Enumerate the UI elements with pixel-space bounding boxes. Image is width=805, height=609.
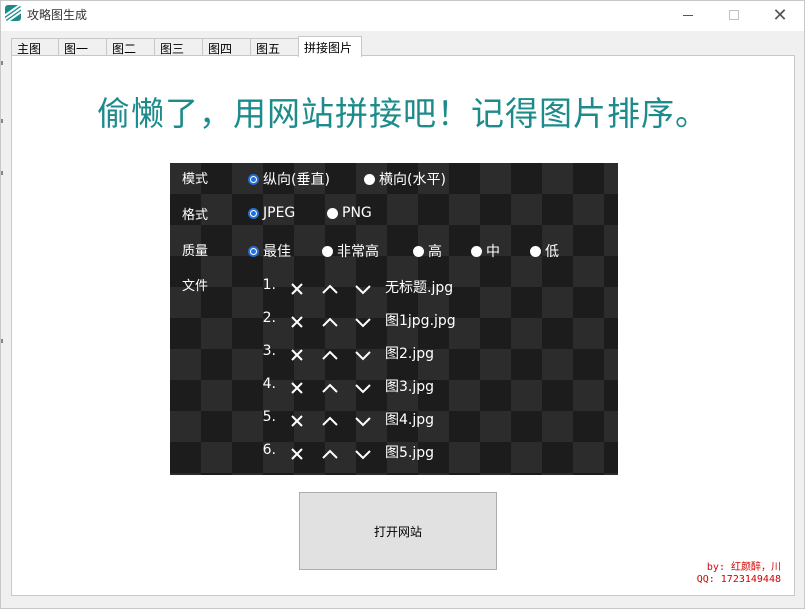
quality-medium-radio[interactable]: 中	[471, 241, 500, 261]
tab-main[interactable]: 主图	[11, 38, 59, 56]
remove-icon[interactable]	[286, 311, 308, 333]
format-jpeg-radio[interactable]: JPEG	[248, 205, 295, 221]
mode-horizontal-label: 横向(水平)	[379, 172, 446, 188]
file-name: 无标题.jpg	[385, 280, 454, 296]
move-up-icon[interactable]	[319, 377, 341, 399]
app-window: 攻略图生成 ✕ 主图 图一 图二 图三 图四 图五 拼接图片 偷懒了，用网站拼接…	[0, 0, 805, 609]
format-jpeg-label: JPEG	[263, 205, 296, 221]
minimize-button[interactable]	[665, 1, 711, 29]
move-up-icon[interactable]	[319, 311, 341, 333]
remove-icon[interactable]	[286, 410, 308, 432]
stitch-options-panel: 模式 纵向(垂直) 横向(水平) 格式 JPEG PNG 质量 最佳 非常高 高…	[170, 163, 618, 475]
radio-unselected-icon	[322, 245, 333, 257]
quality-best-radio[interactable]: 最佳	[248, 241, 291, 261]
move-up-icon[interactable]	[319, 344, 341, 366]
file-name: 图2.jpg	[385, 346, 435, 362]
format-png-radio[interactable]: PNG	[327, 205, 372, 221]
app-logo-icon	[5, 5, 21, 21]
quality-medium-label: 中	[486, 244, 500, 260]
radio-unselected-icon	[413, 245, 424, 257]
minimize-icon	[683, 14, 693, 16]
file-number: 1.	[262, 277, 276, 293]
author-credit: by: 红颜醉，川 QQ: 1723149448	[641, 562, 781, 586]
file-number: 3.	[262, 343, 276, 359]
file-row: 2. 图1jpg.jpg	[170, 310, 618, 334]
file-number: 5.	[262, 409, 276, 425]
remove-icon[interactable]	[286, 278, 308, 300]
open-website-button[interactable]: 打开网站	[299, 492, 497, 570]
file-name: 图4.jpg	[385, 412, 435, 428]
move-down-icon[interactable]	[352, 410, 374, 432]
radio-unselected-icon	[364, 173, 375, 185]
maximize-button[interactable]	[711, 1, 757, 29]
remove-icon[interactable]	[286, 377, 308, 399]
mode-vertical-label: 纵向(垂直)	[263, 172, 330, 188]
tab-image-1[interactable]: 图一	[58, 38, 107, 56]
move-down-icon[interactable]	[352, 344, 374, 366]
file-number: 4.	[262, 376, 276, 392]
radio-unselected-icon	[530, 245, 541, 257]
format-png-label: PNG	[342, 205, 372, 221]
remove-icon[interactable]	[286, 443, 308, 465]
quality-best-label: 最佳	[263, 244, 291, 260]
radio-selected-icon	[248, 207, 259, 219]
tab-image-3[interactable]: 图三	[154, 38, 203, 56]
tab-stitch[interactable]: 拼接图片	[298, 36, 362, 57]
radio-unselected-icon	[327, 207, 338, 219]
move-down-icon[interactable]	[352, 443, 374, 465]
title-bar: 攻略图生成 ✕	[1, 1, 804, 31]
mode-horizontal-radio[interactable]: 横向(水平)	[364, 169, 446, 189]
radio-selected-icon	[248, 173, 259, 185]
quality-label: 质量	[182, 244, 209, 259]
tab-image-4[interactable]: 图四	[202, 38, 251, 56]
file-row: 3. 图2.jpg	[170, 343, 618, 367]
file-number: 2.	[262, 310, 276, 326]
quality-high-radio[interactable]: 高	[413, 241, 442, 261]
window-title: 攻略图生成	[27, 8, 88, 22]
credit-qq: QQ: 1723149448	[696, 574, 781, 585]
page-headline: 偷懒了，用网站拼接吧！记得图片排序。	[97, 94, 709, 133]
tab-image-5[interactable]: 图五	[250, 38, 299, 56]
file-name: 图5.jpg	[385, 445, 435, 461]
file-row: 1. 无标题.jpg	[170, 277, 618, 301]
file-number: 6.	[262, 442, 276, 458]
file-name: 图1jpg.jpg	[385, 313, 456, 329]
move-down-icon[interactable]	[352, 311, 374, 333]
tab-image-2[interactable]: 图二	[106, 38, 155, 56]
format-label: 格式	[182, 208, 209, 223]
move-down-icon[interactable]	[352, 278, 374, 300]
quality-very-high-radio[interactable]: 非常高	[322, 241, 379, 261]
radio-unselected-icon	[471, 245, 482, 257]
remove-icon[interactable]	[286, 344, 308, 366]
maximize-icon	[729, 10, 739, 20]
quality-high-label: 高	[428, 244, 442, 260]
move-up-icon[interactable]	[319, 278, 341, 300]
move-down-icon[interactable]	[352, 377, 374, 399]
close-button[interactable]: ✕	[757, 1, 803, 29]
move-up-icon[interactable]	[319, 410, 341, 432]
quality-low-label: 低	[545, 244, 559, 260]
mode-vertical-radio[interactable]: 纵向(垂直)	[248, 169, 330, 189]
credit-author: by: 红颜醉，川	[706, 562, 781, 573]
quality-very-high-label: 非常高	[337, 244, 379, 260]
radio-selected-icon	[248, 245, 259, 257]
close-icon: ✕	[772, 4, 788, 26]
mode-label: 模式	[182, 172, 209, 187]
file-row: 4. 图3.jpg	[170, 376, 618, 400]
move-up-icon[interactable]	[319, 443, 341, 465]
quality-low-radio[interactable]: 低	[530, 241, 559, 261]
file-name: 图3.jpg	[385, 379, 435, 395]
file-row: 5. 图4.jpg	[170, 409, 618, 433]
file-row: 6. 图5.jpg	[170, 442, 618, 466]
